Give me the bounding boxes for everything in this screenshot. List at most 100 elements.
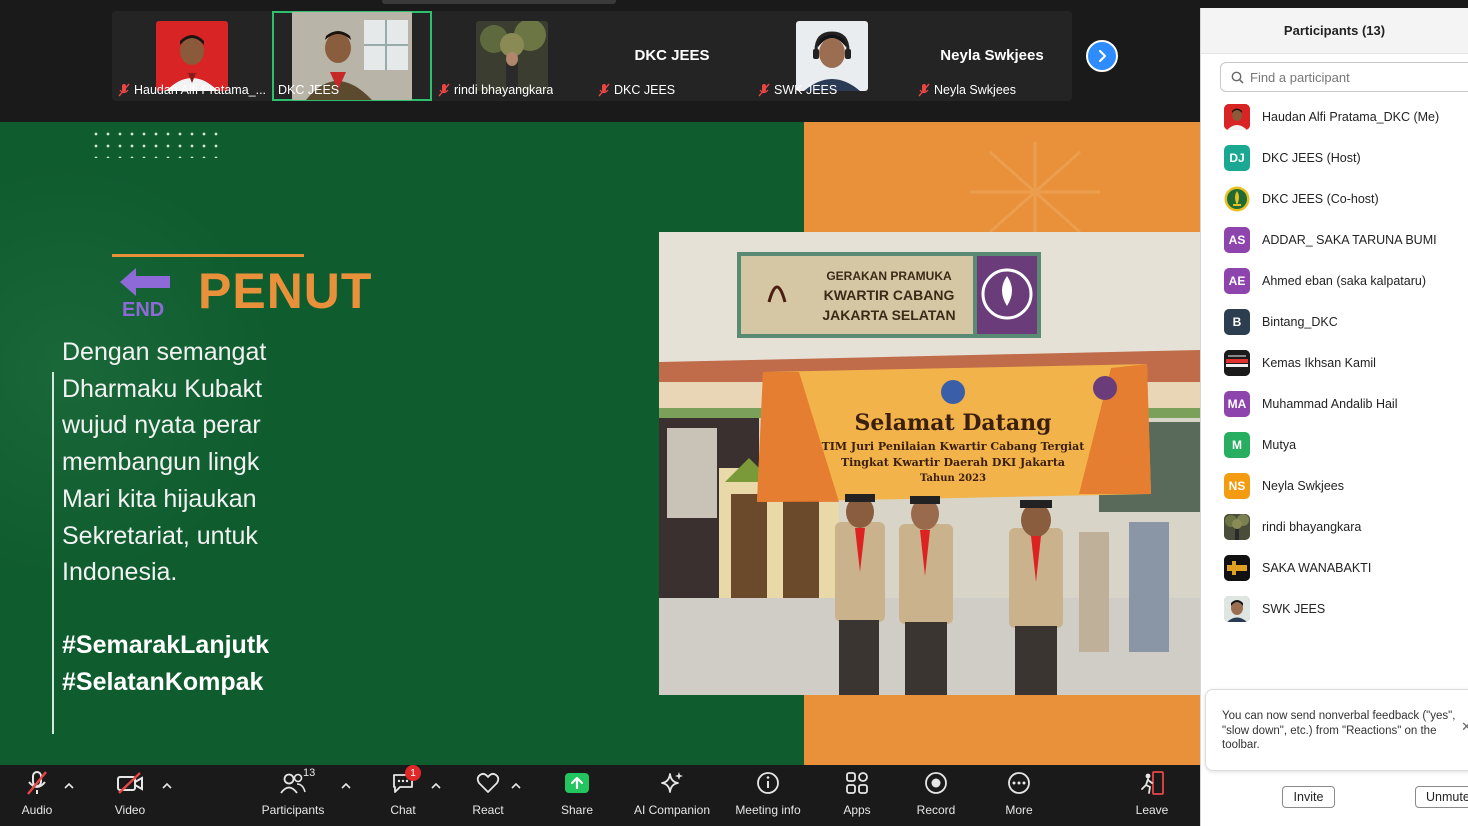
shared-screen: END PENUT Dengan semangat Dharmaku Kubak… bbox=[0, 122, 1200, 765]
participant-row[interactable]: M Mutya bbox=[1201, 424, 1468, 465]
participant-name: rindi bhayangkara bbox=[1262, 519, 1362, 534]
participant-name: DKC JEES (Host) bbox=[1262, 150, 1361, 165]
tile-name: Neyla Swkjees bbox=[934, 82, 1016, 97]
participant-name: Ahmed eban (saka kalpataru) bbox=[1262, 273, 1426, 288]
tile-big-name: Neyla Swkjees bbox=[940, 47, 1044, 64]
invite-button[interactable]: Invite bbox=[1282, 786, 1335, 808]
participant-row[interactable]: SAKA WANABAKTI bbox=[1201, 547, 1468, 588]
avatar: B bbox=[1224, 308, 1250, 335]
participants-options-caret-icon[interactable] bbox=[341, 781, 351, 791]
chevron-right-icon bbox=[1098, 49, 1107, 63]
video-tile[interactable]: Haudan Alfi Pratama_... bbox=[112, 11, 272, 101]
participants-count: 13 bbox=[303, 767, 316, 779]
sparkle-icon bbox=[658, 769, 686, 797]
react-button[interactable]: React bbox=[468, 769, 508, 821]
participant-row[interactable]: NS Neyla Swkjees bbox=[1201, 465, 1468, 506]
participant-row[interactable]: MA Muhammad Andalib Hail bbox=[1201, 383, 1468, 424]
panel-header: Participants (13) bbox=[1201, 8, 1468, 54]
svg-text:GERAKAN PRAMUKA: GERAKAN PRAMUKA bbox=[826, 269, 952, 283]
slide-text-line: wujud nyata perar bbox=[62, 411, 261, 440]
chat-button[interactable]: 1 Chat bbox=[386, 765, 421, 821]
apps-button[interactable]: Apps bbox=[838, 769, 876, 821]
muted-mic-icon bbox=[918, 83, 930, 97]
participant-row[interactable]: DJ DKC JEES (Host) bbox=[1201, 137, 1468, 178]
record-icon bbox=[922, 769, 950, 797]
slide-text-line: Dengan semangat bbox=[62, 338, 267, 366]
meeting-info-button[interactable]: Meeting info bbox=[732, 769, 804, 821]
search-input[interactable] bbox=[1250, 69, 1450, 85]
video-tile-active-speaker[interactable]: DKC JEES bbox=[272, 11, 432, 101]
participants-label: Participants bbox=[261, 803, 325, 817]
avatar bbox=[1224, 103, 1250, 130]
chat-label: Chat bbox=[390, 803, 416, 817]
apps-label: Apps bbox=[843, 803, 871, 817]
svg-text:END: END bbox=[122, 299, 164, 320]
chat-options-caret-icon[interactable] bbox=[431, 781, 441, 791]
avatar: AS bbox=[1224, 226, 1250, 253]
participants-button[interactable]: 13 Participants bbox=[258, 767, 328, 821]
participant-row[interactable]: B Bintang_DKC bbox=[1201, 301, 1468, 342]
slide-dot-pattern bbox=[90, 128, 220, 158]
slide-text-line: membangun lingk bbox=[62, 448, 260, 477]
video-off-icon bbox=[116, 769, 144, 797]
video-button[interactable]: Video bbox=[110, 769, 150, 821]
participant-name: SAKA WANABAKTI bbox=[1262, 560, 1372, 575]
share-label: Share bbox=[560, 803, 594, 817]
title-underline bbox=[112, 254, 304, 257]
muted-mic-icon bbox=[598, 83, 610, 97]
avatar bbox=[1224, 186, 1250, 212]
participant-row[interactable]: Kemas Ikhsan Kamil bbox=[1201, 342, 1468, 383]
participant-name: Kemas Ikhsan Kamil bbox=[1262, 355, 1376, 370]
svg-text:TIM Juri Penilaian Kwartir Cab: TIM Juri Penilaian Kwartir Cabang Tergia… bbox=[822, 440, 1086, 453]
svg-text:JAKARTA SELATAN: JAKARTA SELATAN bbox=[822, 307, 955, 323]
participant-row[interactable]: Haudan Alfi Pratama_DKC (Me) bbox=[1201, 96, 1468, 137]
share-button[interactable]: Share bbox=[558, 769, 596, 821]
react-options-caret-icon[interactable] bbox=[511, 781, 521, 791]
ai-companion-button[interactable]: AI Companion bbox=[632, 769, 712, 821]
participant-row[interactable]: rindi bhayangkara bbox=[1201, 506, 1468, 547]
participant-row[interactable]: SWK JEES bbox=[1201, 588, 1468, 629]
close-icon[interactable]: ✕ bbox=[1461, 719, 1468, 735]
audio-label: Audio bbox=[21, 803, 53, 817]
participant-row[interactable]: DKC JEES (Co-host) bbox=[1201, 178, 1468, 219]
audio-button[interactable]: Audio bbox=[16, 769, 58, 821]
audio-options-caret-icon[interactable] bbox=[64, 781, 74, 791]
avatar: MA bbox=[1224, 390, 1250, 417]
muted-mic-icon bbox=[23, 769, 51, 797]
leave-button[interactable]: Leave bbox=[1134, 769, 1170, 821]
heart-icon bbox=[474, 769, 502, 797]
video-tile[interactable]: SWK JEES bbox=[752, 11, 912, 101]
participant-name: Bintang_DKC bbox=[1262, 314, 1338, 329]
video-tile[interactable]: Neyla Swkjees Neyla Swkjees bbox=[912, 11, 1072, 101]
tile-name-label: Neyla Swkjees bbox=[918, 81, 1016, 98]
unmute-me-button[interactable]: Unmute bbox=[1415, 786, 1468, 808]
video-options-caret-icon[interactable] bbox=[162, 781, 172, 791]
chat-unread-badge: 1 bbox=[405, 765, 421, 781]
more-button[interactable]: More bbox=[1000, 769, 1038, 821]
tip-text: You can now send nonverbal feedback ("ye… bbox=[1222, 710, 1456, 751]
record-label: Record bbox=[916, 803, 956, 817]
slide-text-line: Sekretariat, untuk bbox=[62, 521, 258, 550]
video-tile[interactable]: DKC JEES DKC JEES bbox=[592, 11, 752, 101]
participant-row[interactable]: AE Ahmed eban (saka kalpataru) bbox=[1201, 260, 1468, 301]
video-tile[interactable]: rindi bhayangkara bbox=[432, 11, 592, 101]
tile-name: SWK JEES bbox=[774, 82, 838, 97]
record-button[interactable]: Record bbox=[914, 769, 958, 821]
more-dots-icon bbox=[1005, 769, 1033, 797]
participant-row[interactable]: AS ADDAR_ SAKA TARUNA BUMI bbox=[1201, 219, 1468, 260]
slide-text-line: Indonesia. bbox=[62, 558, 178, 587]
slide-hashtag: #SelatanKompak bbox=[62, 667, 264, 696]
next-page-button[interactable] bbox=[1086, 40, 1118, 72]
tile-name: Haudan Alfi Pratama_... bbox=[134, 82, 267, 97]
participant-name: Mutya bbox=[1262, 437, 1297, 452]
strip-drag-handle[interactable] bbox=[382, 0, 616, 4]
decorative-lines bbox=[970, 142, 1100, 242]
participant-search[interactable] bbox=[1220, 62, 1468, 92]
avatar: DJ bbox=[1224, 144, 1250, 171]
video-label: Video bbox=[114, 803, 146, 817]
participant-name: Haudan Alfi Pratama_DKC (Me) bbox=[1262, 109, 1440, 124]
tile-name-label: DKC JEES bbox=[598, 81, 675, 98]
zoom-meeting-window: Haudan Alfi Pratama_... DKC JEES rindi b… bbox=[0, 0, 1468, 826]
info-icon bbox=[754, 769, 782, 797]
slide-title: PENUT bbox=[198, 263, 373, 319]
